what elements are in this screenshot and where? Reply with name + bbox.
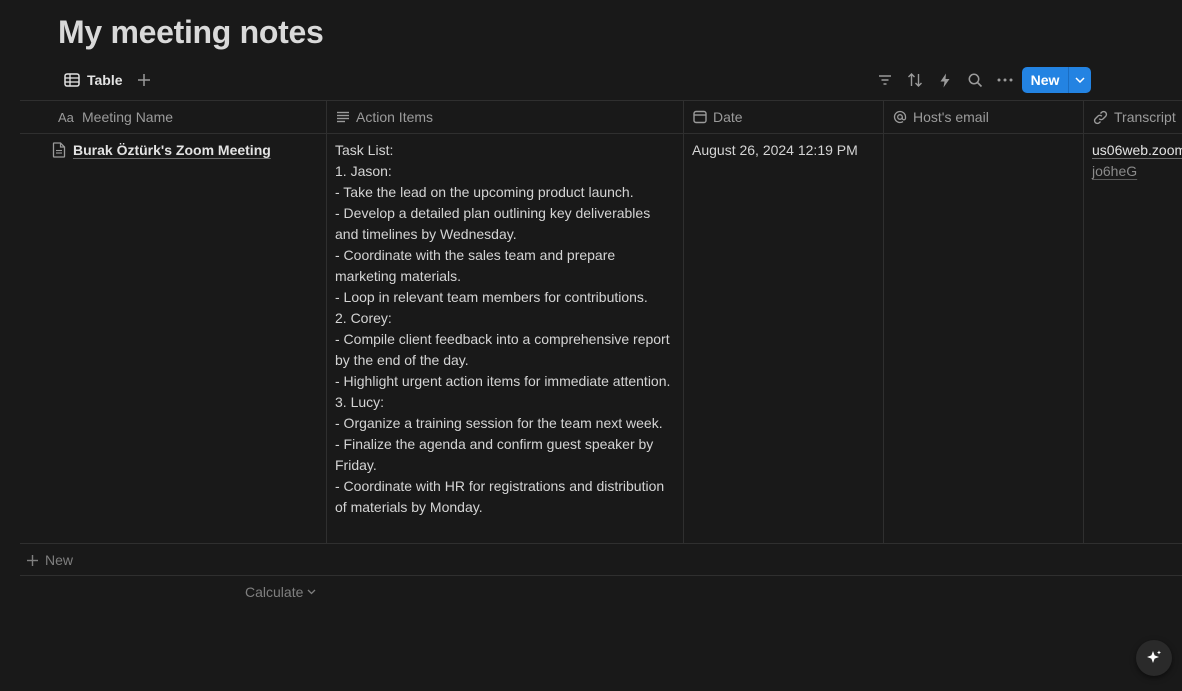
host-email-cell[interactable] (884, 134, 1083, 543)
filter-button[interactable] (870, 66, 900, 94)
column-divider (1083, 101, 1084, 543)
search-icon (968, 73, 983, 88)
transcript-link[interactable]: us06web.zoom (1092, 140, 1182, 161)
table-top-border (20, 100, 1182, 101)
sort-arrows-icon (907, 73, 923, 87)
plus-icon (26, 554, 39, 567)
transcript-cell[interactable]: us06web.zoom jo6heG (1092, 140, 1182, 182)
title-icon: Aa (58, 111, 76, 123)
filter-icon (878, 74, 892, 86)
column-header-meeting-name[interactable]: Aa Meeting Name (58, 101, 173, 133)
column-header-date[interactable]: Date (693, 101, 743, 133)
sort-button[interactable] (900, 66, 930, 94)
ai-assistant-button[interactable] (1136, 640, 1172, 676)
calculate-label: Calculate (245, 584, 304, 600)
svg-text:Aa: Aa (58, 111, 75, 123)
more-options-button[interactable] (990, 66, 1020, 94)
calculate-button[interactable]: Calculate (245, 584, 316, 600)
transcript-link-continued[interactable]: jo6heG (1092, 161, 1182, 182)
chevron-down-icon (1075, 77, 1085, 83)
row-bottom-border (20, 543, 1182, 544)
meeting-name-link[interactable]: Burak Öztürk's Zoom Meeting (73, 140, 271, 161)
page-document-icon (52, 142, 66, 158)
column-header-action-items[interactable]: Action Items (336, 101, 433, 133)
table-icon (58, 73, 87, 87)
column-divider (683, 101, 684, 543)
add-view-button[interactable] (134, 66, 154, 94)
plus-icon (137, 73, 151, 87)
column-header-label: Action Items (356, 109, 434, 125)
text-lines-icon (336, 111, 350, 123)
action-items-cell[interactable]: Task List: 1. Jason: - Take the lead on … (335, 140, 677, 518)
column-header-label: Date (713, 109, 743, 125)
tab-table-label: Table (87, 72, 123, 88)
column-header-label: Meeting Name (82, 109, 174, 125)
new-dropdown-button[interactable] (1069, 67, 1091, 93)
column-divider (326, 101, 327, 543)
add-row-button[interactable]: New (26, 550, 73, 570)
tab-table[interactable]: Table (58, 66, 123, 94)
automation-button[interactable] (930, 66, 960, 94)
new-button-group: New (1022, 67, 1091, 93)
view-toolbar: Table New (58, 66, 1182, 94)
new-button[interactable]: New (1022, 67, 1068, 93)
column-header-transcript[interactable]: Transcript (1093, 101, 1176, 133)
add-row-label: New (45, 552, 74, 568)
column-header-label: Transcript (1114, 109, 1176, 125)
calendar-icon (693, 110, 707, 124)
at-icon (893, 110, 907, 124)
sparkle-icon (1145, 649, 1163, 667)
new-row-bottom-border (20, 575, 1182, 576)
lightning-icon (939, 73, 951, 88)
link-icon (1093, 110, 1108, 125)
chevron-down-icon (303, 589, 316, 595)
column-header-host-email[interactable]: Host's email (893, 101, 989, 133)
ellipsis-icon (997, 78, 1013, 82)
page-title: My meeting notes (58, 14, 324, 50)
date-cell[interactable]: August 26, 2024 12:19 PM (692, 140, 858, 161)
column-header-label: Host's email (913, 109, 989, 125)
search-button[interactable] (960, 66, 990, 94)
meeting-name-cell[interactable]: Burak Öztürk's Zoom Meeting (52, 140, 271, 161)
